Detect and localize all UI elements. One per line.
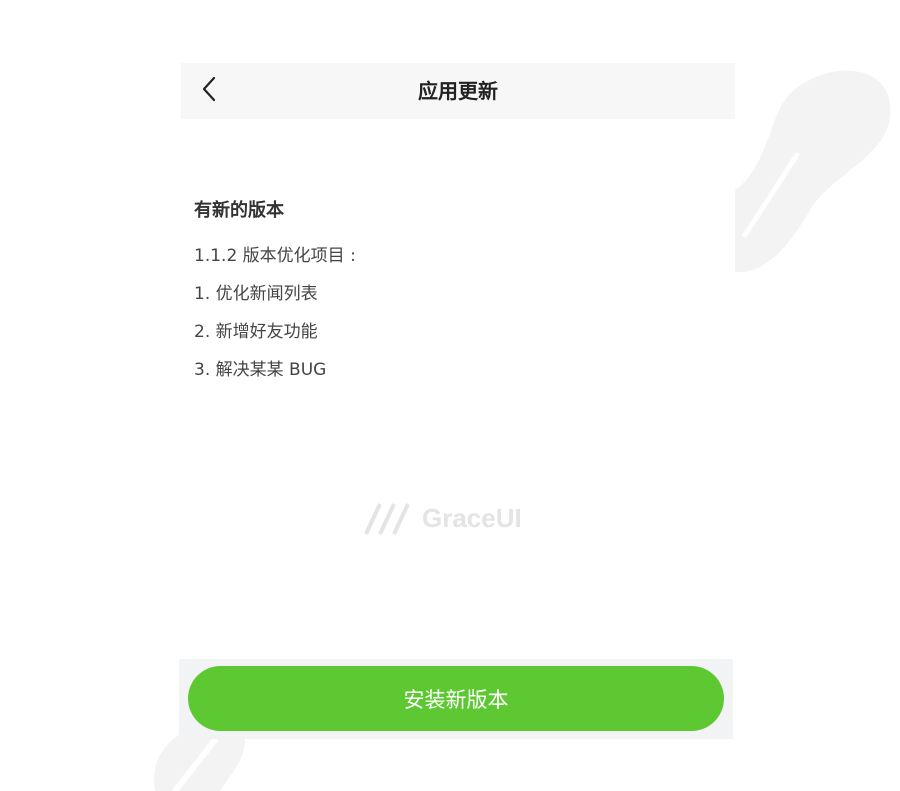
release-note-item: 2. 新增好友功能: [194, 322, 318, 342]
release-notes: 1.1.2 版本优化项目 : 1. 优化新闻列表 2. 新增好友功能 3. 解决…: [194, 241, 356, 393]
page-title: 应用更新: [418, 79, 498, 103]
install-button[interactable]: 安装新版本: [188, 666, 724, 731]
watermark-text: GraceUI: [422, 502, 522, 533]
release-note-item: 3. 解决某某 BUG: [194, 360, 327, 380]
nav-bar: 应用更新: [181, 63, 735, 119]
watermark-slashes-icon: [364, 503, 410, 535]
release-note-item: 1.1.2 版本优化项目 :: [194, 246, 356, 266]
update-heading: 有新的版本: [194, 200, 284, 221]
watermark: GraceUI: [362, 500, 522, 536]
footer-bar: 安装新版本: [179, 659, 733, 739]
release-note-item: 1. 优化新闻列表: [194, 284, 318, 304]
feather-decoration-top: [735, 60, 900, 275]
